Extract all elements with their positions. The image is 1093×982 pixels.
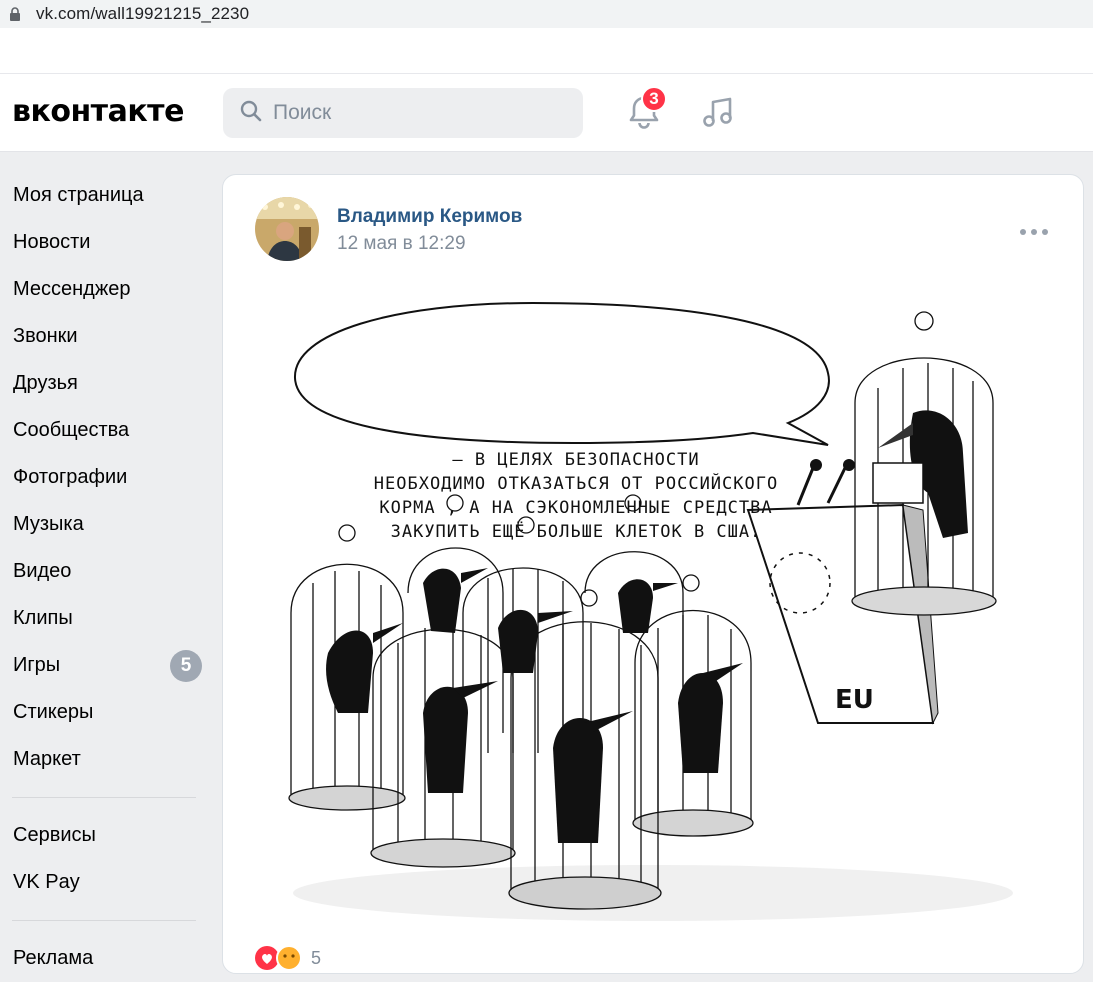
sidebar-item-news[interactable]: Новости <box>0 219 210 266</box>
sidebar-item-music[interactable]: Музыка <box>0 501 210 548</box>
address-bar[interactable]: vk.com/wall19921215_2230 <box>0 0 1093 28</box>
left-sidebar: Моя страница Новости Мессенджер Звонки Д… <box>0 172 210 982</box>
reactions-count: 5 <box>311 947 322 968</box>
post-author-name[interactable]: Владимир Керимов <box>337 206 522 228</box>
sidebar-item-photos[interactable]: Фотографии <box>0 454 210 501</box>
music-button[interactable] <box>700 94 736 130</box>
vk-header: вконтакте 3 <box>0 74 1093 152</box>
sidebar-item-ads[interactable]: Реклама <box>0 935 210 982</box>
sidebar-item-clips[interactable]: Клипы <box>0 595 210 642</box>
post-reactions[interactable]: 5 <box>255 945 321 971</box>
sidebar-item-my-page[interactable]: Моя страница <box>0 172 210 219</box>
sidebar-item-services[interactable]: Сервисы <box>0 812 210 859</box>
sidebar-divider <box>12 797 196 798</box>
author-avatar[interactable] <box>255 197 319 261</box>
sidebar-item-market[interactable]: Маркет <box>0 736 210 783</box>
sidebar-item-calls[interactable]: Звонки <box>0 313 210 360</box>
url-text[interactable]: vk.com/wall19921215_2230 <box>36 4 249 24</box>
sidebar-item-vk-pay[interactable]: VK Pay <box>0 859 210 906</box>
sidebar-item-video[interactable]: Видео <box>0 548 210 595</box>
sidebar-item-stickers[interactable]: Стикеры <box>0 689 210 736</box>
like-heart-icon <box>255 945 302 971</box>
sidebar-item-friends[interactable]: Друзья <box>0 360 210 407</box>
post-more-button[interactable] <box>1018 225 1050 237</box>
post-image[interactable]: — В ЦЕЛЯХ БЕЗОПАСНОСТИ НЕОБХОДИМО ОТКАЗА… <box>273 293 1053 933</box>
games-count-badge: 5 <box>170 650 202 682</box>
sidebar-item-messenger[interactable]: Мессенджер <box>0 266 210 313</box>
music-note-icon <box>703 97 732 127</box>
podium-eu-label: EU <box>835 685 874 715</box>
bookmarks-bar <box>0 28 1093 74</box>
sidebar-divider <box>12 920 196 921</box>
sidebar-item-communities[interactable]: Сообщества <box>0 407 210 454</box>
search-input[interactable] <box>273 101 563 125</box>
vk-logo[interactable]: вконтакте <box>12 94 184 129</box>
notifications-count-badge: 3 <box>641 86 667 112</box>
sidebar-item-games[interactable]: Игры 5 <box>0 642 210 689</box>
search-icon <box>239 99 263 128</box>
more-dots-icon <box>1020 229 1048 235</box>
post-date[interactable]: 12 мая в 12:29 <box>337 233 466 255</box>
post-card: Владимир Керимов 12 мая в 12:29 — В ЦЕЛЯ… <box>222 174 1084 974</box>
search-box[interactable] <box>223 88 583 138</box>
lock-icon[interactable] <box>8 6 22 22</box>
